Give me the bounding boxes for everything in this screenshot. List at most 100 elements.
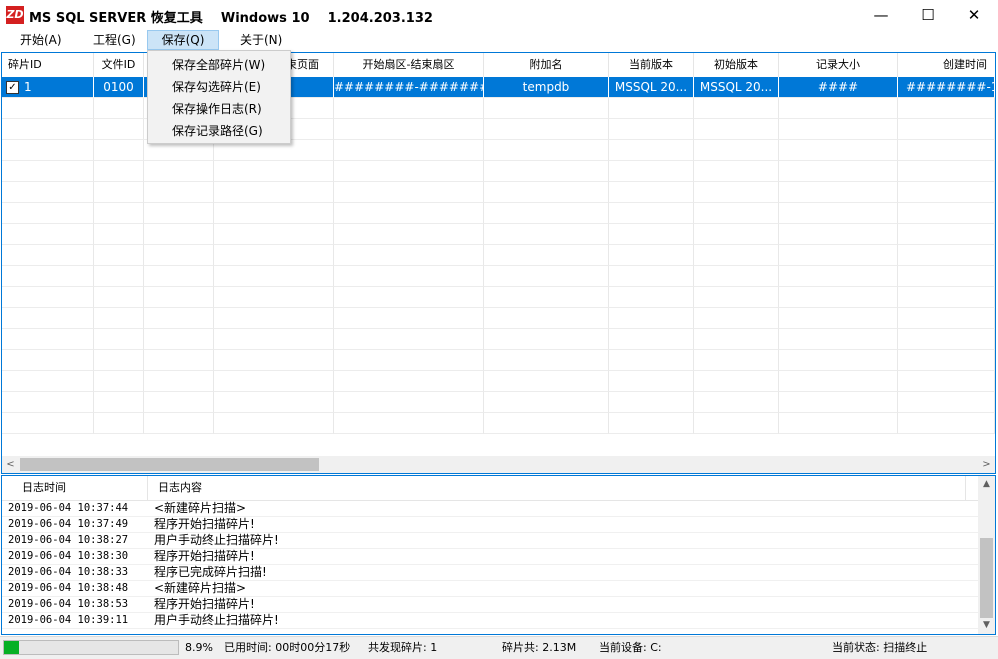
column-header[interactable]: 当前版本 (609, 53, 694, 77)
table-cell (214, 182, 334, 203)
table-cell (609, 119, 694, 140)
table-cell (694, 161, 779, 182)
save-all-fragments-item[interactable]: 保存全部碎片(W) (172, 54, 265, 76)
table-cell (334, 308, 484, 329)
column-header[interactable]: 附加名 (484, 53, 609, 77)
column-header[interactable]: 开始扇区-结束扇区 (334, 53, 484, 77)
minimize-button[interactable]: — (858, 0, 904, 30)
table-cell (484, 98, 609, 119)
save-operation-log-item[interactable]: 保存操作日志(R) (172, 98, 262, 120)
table-cell (779, 161, 898, 182)
table-cell: ########-16:4 (898, 77, 995, 98)
table-cell (694, 182, 779, 203)
log-time: 2019-06-04 10:38:33 (8, 566, 129, 578)
table-cell (694, 98, 779, 119)
scroll-down-icon[interactable]: ▼ (978, 617, 995, 634)
table-cell (609, 329, 694, 350)
table-cell: tempdb (484, 77, 609, 98)
save-dropdown-menu: 保存全部碎片(W) 保存勾选碎片(E) 保存操作日志(R) 保存记录路径(G) (147, 50, 291, 144)
table-cell (694, 413, 779, 434)
row-checkbox[interactable]: ✓ (6, 81, 19, 94)
log-row[interactable]: 2019-06-04 10:38:27 用户手动终止扫描碎片! (2, 533, 979, 549)
table-cell: MSSQL 20... (609, 77, 694, 98)
table-cell (609, 266, 694, 287)
close-button[interactable]: ✕ (951, 0, 997, 30)
table-cell (484, 371, 609, 392)
table-cell (94, 329, 144, 350)
log-row[interactable]: 2019-06-04 10:38:30 程序开始扫描碎片! (2, 549, 979, 565)
menu-about[interactable]: 关于(N) (234, 30, 288, 50)
menu-save[interactable]: 保存(Q) (147, 30, 219, 50)
maximize-button[interactable]: ☐ (905, 0, 951, 30)
column-header[interactable]: 初始版本 (694, 53, 779, 77)
table-cell (2, 245, 94, 266)
menu-start[interactable]: 开始(A) (14, 30, 68, 50)
log-message: <新建碎片扫描> (154, 501, 247, 515)
log-row[interactable]: 2019-06-04 10:39:11 用户手动终止扫描碎片! (2, 613, 979, 629)
title-bar: ZD MS SQL SERVER 恢复工具 Windows 10 1.204.2… (0, 0, 998, 30)
table-cell (94, 98, 144, 119)
table-cell (144, 203, 214, 224)
table-cell (94, 203, 144, 224)
log-row[interactable]: 2019-06-04 10:37:44 <新建碎片扫描> (2, 501, 979, 517)
table-cell (898, 413, 995, 434)
log-row[interactable]: 2019-06-04 10:38:48 <新建碎片扫描> (2, 581, 979, 597)
log-time: 2019-06-04 10:37:44 (8, 502, 129, 514)
log-row[interactable]: 2019-06-04 10:38:53 程序开始扫描碎片! (2, 597, 979, 613)
table-cell (94, 140, 144, 161)
table-cell (779, 308, 898, 329)
table-cell (334, 140, 484, 161)
table-cell (334, 182, 484, 203)
table-cell (2, 161, 94, 182)
horizontal-scrollbar[interactable]: < > (2, 456, 995, 473)
column-header[interactable]: 日志内容 (148, 476, 966, 500)
scan-progress-bar (3, 640, 179, 655)
table-cell (484, 308, 609, 329)
table-cell (898, 266, 995, 287)
table-cell (779, 245, 898, 266)
table-cell (484, 224, 609, 245)
table-cell (334, 287, 484, 308)
save-checked-fragments-item[interactable]: 保存勾选碎片(E) (172, 76, 261, 98)
table-cell (94, 119, 144, 140)
table-cell (144, 392, 214, 413)
column-header[interactable]: 碎片ID (2, 53, 94, 77)
scrollbar-thumb[interactable] (980, 538, 993, 618)
table-cell (898, 371, 995, 392)
table-cell (334, 413, 484, 434)
table-cell (779, 140, 898, 161)
table-cell (2, 371, 94, 392)
log-time: 2019-06-04 10:38:48 (8, 582, 129, 594)
table-cell: #### (779, 77, 898, 98)
scroll-right-icon[interactable]: > (978, 456, 995, 473)
table-cell (898, 350, 995, 371)
column-header[interactable]: 文件ID (94, 53, 144, 77)
table-cell: ########-######## (334, 77, 484, 98)
log-message: <新建碎片扫描> (154, 581, 247, 595)
scrollbar-thumb[interactable] (20, 458, 319, 471)
table-cell (144, 266, 214, 287)
save-record-path-item[interactable]: 保存记录路径(G) (172, 120, 263, 142)
column-header[interactable]: 记录大小 (779, 53, 898, 77)
table-cell (214, 392, 334, 413)
log-row[interactable]: 2019-06-04 10:37:49 程序开始扫描碎片! (2, 517, 979, 533)
vertical-scrollbar[interactable]: ▲ ▼ (978, 476, 995, 634)
table-cell (694, 392, 779, 413)
table-cell (214, 266, 334, 287)
column-header[interactable]: 创建时间 (898, 53, 995, 77)
table-cell (609, 350, 694, 371)
log-row[interactable]: 2019-06-04 10:38:33 程序已完成碎片扫描! (2, 565, 979, 581)
table-cell (94, 287, 144, 308)
scroll-left-icon[interactable]: < (2, 456, 19, 473)
table-cell (144, 161, 214, 182)
log-time: 2019-06-04 10:38:27 (8, 534, 129, 546)
menu-project[interactable]: 工程(G) (87, 30, 142, 50)
scroll-up-icon[interactable]: ▲ (978, 476, 995, 493)
log-message: 用户手动终止扫描碎片! (154, 533, 279, 547)
found-count: 共发现碎片: 1 (368, 641, 438, 654)
table-cell (779, 98, 898, 119)
table-cell (144, 329, 214, 350)
table-cell (694, 287, 779, 308)
table-cell (214, 287, 334, 308)
column-header[interactable]: 日志时间 (2, 476, 148, 500)
